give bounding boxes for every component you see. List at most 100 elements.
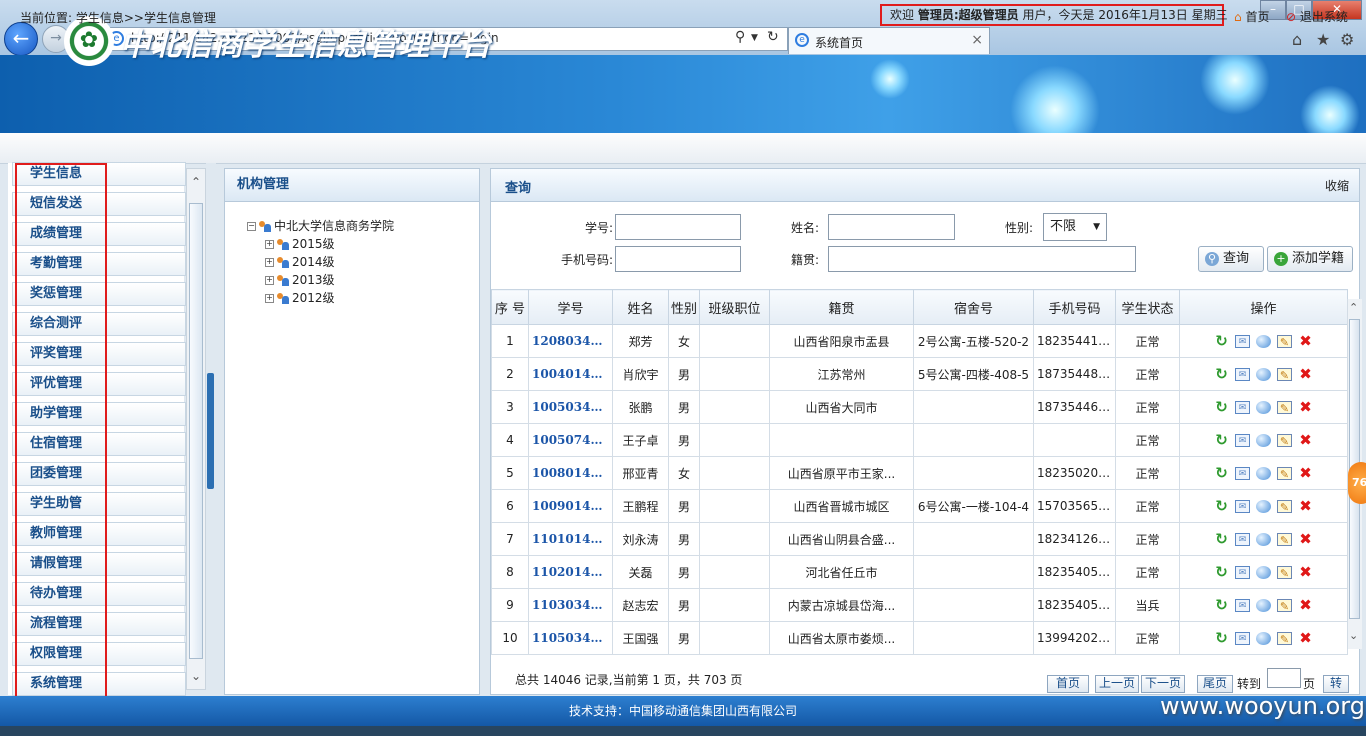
delete-icon[interactable]: ✖ [1298, 466, 1313, 481]
student-id-link[interactable]: 12080344X13 [528, 324, 613, 358]
edit-icon[interactable]: ✎ [1277, 335, 1292, 349]
expand-icon[interactable]: + [265, 276, 274, 285]
mail-icon[interactable]: ✉ [1235, 599, 1250, 612]
edit-icon[interactable]: ✎ [1277, 566, 1292, 580]
scroll-thumb[interactable] [189, 203, 203, 659]
logout-link[interactable]: ⊘ 退出系统 [1286, 8, 1348, 25]
settings-gear-icon[interactable]: ⚙ [1340, 30, 1354, 49]
home-link[interactable]: ⌂ 首页 [1234, 8, 1269, 25]
tree-node[interactable]: +2012级 [265, 289, 335, 306]
sex-select[interactable]: 不限 ▼ [1043, 213, 1107, 241]
edit-icon[interactable]: ✎ [1277, 368, 1292, 382]
edit-icon[interactable]: ✎ [1277, 500, 1292, 514]
delete-icon[interactable]: ✖ [1298, 565, 1313, 580]
close-tab-icon[interactable]: × [971, 32, 983, 48]
info-icon[interactable] [1256, 533, 1271, 546]
scroll-up-icon[interactable]: ⌃ [1349, 301, 1358, 314]
delete-icon[interactable]: ✖ [1298, 334, 1313, 349]
info-icon[interactable] [1256, 467, 1271, 480]
student-id-link[interactable]: 11010142X26 [528, 522, 613, 556]
add-record-button[interactable]: + 添加学籍 [1267, 246, 1353, 272]
home-icon[interactable]: ⌂ [1292, 30, 1302, 49]
mail-icon[interactable]: ✉ [1235, 401, 1250, 414]
edit-icon[interactable]: ✎ [1277, 533, 1292, 547]
collapse-icon[interactable]: − [247, 222, 256, 231]
refresh-icon[interactable]: ↻ [1214, 400, 1229, 415]
expand-icon[interactable]: + [265, 294, 274, 303]
goto-page-input[interactable] [1267, 668, 1301, 688]
info-icon[interactable] [1256, 335, 1271, 348]
student-id-link[interactable]: 10090143X45 [528, 489, 613, 523]
tree-node[interactable]: +2013级 [265, 271, 335, 288]
scroll-up-icon[interactable]: ⌃ [191, 175, 201, 189]
mail-icon[interactable]: ✉ [1235, 533, 1250, 546]
mail-icon[interactable]: ✉ [1235, 368, 1250, 381]
delete-icon[interactable]: ✖ [1298, 433, 1313, 448]
delete-icon[interactable]: ✖ [1298, 367, 1313, 382]
native-input[interactable] [828, 246, 1136, 272]
first-page-button[interactable]: 首页 [1047, 675, 1089, 693]
info-icon[interactable] [1256, 368, 1271, 381]
refresh-icon[interactable]: ↻ [1214, 466, 1229, 481]
mail-icon[interactable]: ✉ [1235, 500, 1250, 513]
tree-node[interactable]: +2014级 [265, 253, 335, 270]
info-icon[interactable] [1256, 401, 1271, 414]
search-button[interactable]: ⚲ 查询 [1198, 246, 1264, 272]
edit-icon[interactable]: ✎ [1277, 401, 1292, 415]
delete-icon[interactable]: ✖ [1298, 631, 1313, 646]
next-page-button[interactable]: 下一页 [1141, 675, 1185, 693]
collapse-handle[interactable] [207, 373, 214, 489]
refresh-icon[interactable]: ↻ [1214, 367, 1229, 382]
expand-icon[interactable]: + [265, 258, 274, 267]
student-id-link[interactable]: 10050743X54 [528, 423, 613, 457]
search-dropdown-icon[interactable]: ▼ [751, 33, 758, 43]
delete-icon[interactable]: ✖ [1298, 400, 1313, 415]
goto-button[interactable]: 转 [1323, 675, 1349, 693]
info-icon[interactable] [1256, 632, 1271, 645]
student-id-input[interactable] [615, 214, 741, 240]
search-icon[interactable]: ⚲ [735, 29, 745, 45]
expand-icon[interactable]: + [265, 240, 274, 249]
refresh-icon[interactable]: ↻ [1214, 565, 1229, 580]
favorites-star-icon[interactable]: ★ [1316, 30, 1330, 49]
mail-icon[interactable]: ✉ [1235, 335, 1250, 348]
student-id-link[interactable]: 11030341X43 [528, 588, 613, 622]
info-icon[interactable] [1256, 500, 1271, 513]
prev-page-button[interactable]: 上一页 [1095, 675, 1139, 693]
menu-scrollbar[interactable]: ⌃ ⌄ [186, 168, 206, 690]
delete-icon[interactable]: ✖ [1298, 598, 1313, 613]
student-id-link[interactable]: 10040142X55 [528, 357, 613, 391]
tree-root[interactable]: − 中北大学信息商务学院 [247, 217, 394, 234]
floating-badge[interactable]: 76 [1348, 462, 1366, 504]
mail-icon[interactable]: ✉ [1235, 467, 1250, 480]
refresh-icon[interactable]: ↻ [1214, 334, 1229, 349]
mail-icon[interactable]: ✉ [1235, 434, 1250, 447]
mail-icon[interactable]: ✉ [1235, 632, 1250, 645]
refresh-icon[interactable]: ↻ [767, 29, 779, 45]
delete-icon[interactable]: ✖ [1298, 532, 1313, 547]
info-icon[interactable] [1256, 566, 1271, 579]
tree-node[interactable]: +2015级 [265, 235, 335, 252]
scroll-down-icon[interactable]: ⌄ [1349, 629, 1358, 642]
mail-icon[interactable]: ✉ [1235, 566, 1250, 579]
dropdown-arrow-icon[interactable]: ▼ [1093, 214, 1100, 240]
back-arrow-icon[interactable]: ← [4, 22, 38, 56]
refresh-icon[interactable]: ↻ [1214, 499, 1229, 514]
refresh-icon[interactable]: ↻ [1214, 532, 1229, 547]
scroll-down-icon[interactable]: ⌄ [191, 669, 201, 683]
info-icon[interactable] [1256, 434, 1271, 447]
student-id-link[interactable]: 10080141X28 [528, 456, 613, 490]
edit-icon[interactable]: ✎ [1277, 467, 1292, 481]
browser-tab[interactable]: e 系统首页 × [788, 27, 990, 54]
edit-icon[interactable]: ✎ [1277, 632, 1292, 646]
edit-icon[interactable]: ✎ [1277, 434, 1292, 448]
last-page-button[interactable]: 尾页 [1197, 675, 1233, 693]
edit-icon[interactable]: ✎ [1277, 599, 1292, 613]
info-icon[interactable] [1256, 599, 1271, 612]
student-id-link[interactable]: 11050341X20 [528, 621, 613, 655]
student-id-link[interactable]: 10050343X18 [528, 390, 613, 424]
phone-input[interactable] [615, 246, 741, 272]
refresh-icon[interactable]: ↻ [1214, 598, 1229, 613]
name-input[interactable] [828, 214, 955, 240]
collapse-link[interactable]: 收缩 [1325, 177, 1349, 194]
